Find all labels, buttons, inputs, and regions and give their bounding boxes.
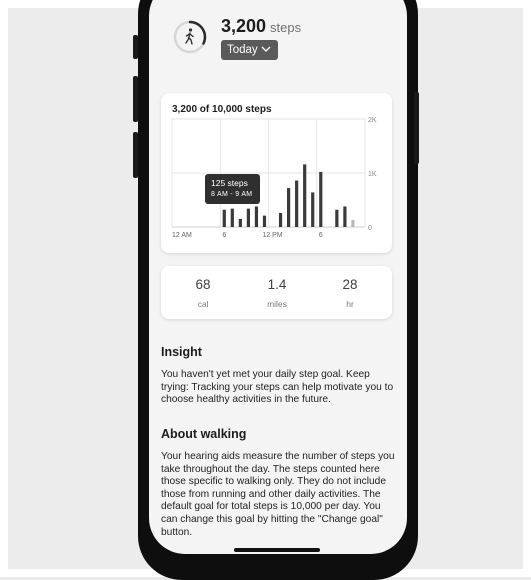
- chart-bar[interactable]: [278, 212, 283, 227]
- chart-bar[interactable]: [238, 218, 242, 227]
- y-tick-label: 0: [368, 225, 372, 232]
- period-dropdown[interactable]: Today: [221, 40, 278, 60]
- chart-bar[interactable]: [246, 208, 250, 227]
- about-text: Your hearing aids measure the number of …: [161, 451, 395, 538]
- walking-person-icon: [185, 28, 194, 45]
- x-tick-label: 6: [222, 232, 226, 239]
- stat-calories: 68 cal: [173, 277, 233, 309]
- chart-bar[interactable]: [262, 215, 267, 227]
- chart-bar[interactable]: [351, 219, 355, 227]
- chart-bar[interactable]: [254, 206, 259, 227]
- step-count: 3,200: [221, 16, 267, 36]
- insight-heading: Insight: [161, 345, 202, 359]
- chart-bar[interactable]: [295, 180, 299, 227]
- bar-tooltip: 125 steps 8 AM - 9 AM: [205, 174, 260, 204]
- stat-label: cal: [197, 299, 209, 309]
- chart-bar[interactable]: [222, 209, 226, 227]
- stat-value: 28: [342, 277, 358, 292]
- home-indicator: [234, 548, 320, 552]
- about-heading: About walking: [161, 427, 247, 441]
- stat-value: 1.4: [267, 277, 287, 292]
- stat-hours: 28 hr: [320, 277, 380, 309]
- tooltip-range: 8 AM - 9 AM: [211, 191, 253, 198]
- stat-label: miles: [267, 299, 287, 309]
- stat-label: hr: [346, 299, 354, 309]
- chevron-down-icon: [261, 46, 271, 52]
- chart-bar[interactable]: [230, 208, 234, 227]
- tooltip-value: 125 steps: [211, 178, 248, 188]
- insight-text: You haven't yet met your daily step goal…: [161, 369, 394, 406]
- step-progress-ring: [173, 20, 207, 54]
- y-tick-label: 1K: [368, 171, 377, 178]
- steps-bar-chart[interactable]: 2K 1K 0 12 AM 6 12 PM 6: [161, 93, 392, 253]
- period-label: Today: [227, 44, 258, 56]
- x-tick-label: 12 AM: [172, 232, 192, 239]
- y-tick-label: 2K: [368, 117, 377, 124]
- chart-bar[interactable]: [303, 164, 307, 227]
- phone-side-button: [133, 35, 138, 59]
- stat-miles: 1.4 miles: [247, 277, 307, 309]
- step-unit: steps: [270, 20, 302, 35]
- chart-bar[interactable]: [343, 206, 347, 227]
- stat-value: 68: [195, 277, 211, 292]
- phone-volume-down: [133, 132, 138, 178]
- chart-bar[interactable]: [287, 188, 291, 227]
- chart-bar[interactable]: [311, 192, 315, 227]
- phone-volume-up: [133, 76, 138, 122]
- phone-power-button: [414, 92, 419, 164]
- chart-bar[interactable]: [319, 171, 323, 227]
- x-tick-label: 12 PM: [262, 232, 282, 239]
- chart-bar[interactable]: [335, 209, 339, 227]
- x-tick-label: 6: [319, 232, 323, 239]
